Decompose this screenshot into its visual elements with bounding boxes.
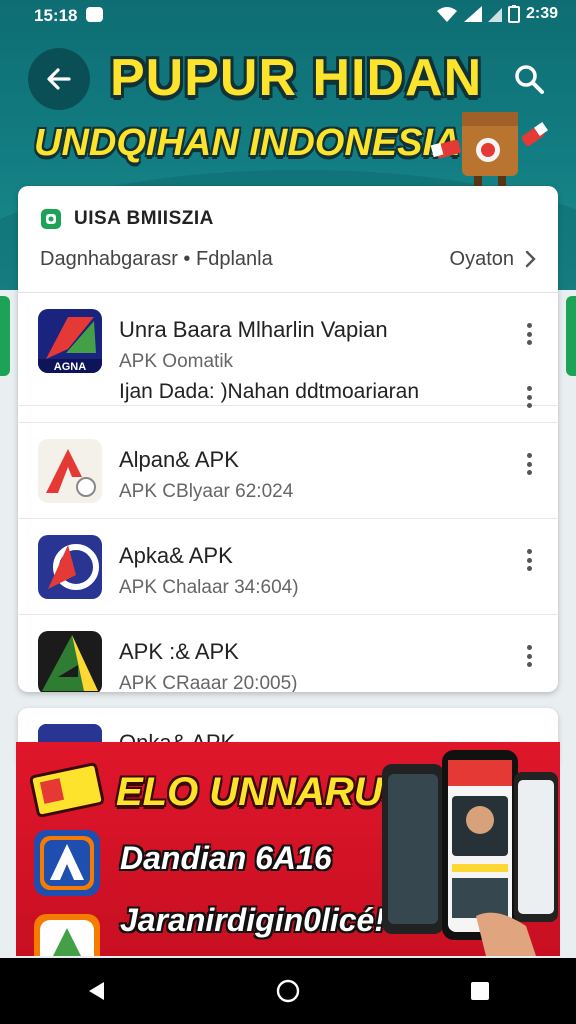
status-indicators: 2:39 bbox=[436, 5, 558, 23]
more-options-icon[interactable] bbox=[522, 386, 536, 408]
app-name: Apka& APK bbox=[119, 543, 233, 568]
status-time: 15:18 bbox=[34, 6, 78, 25]
list-item[interactable]: APK :& APK APK CRaaar 20:005) bbox=[18, 615, 558, 692]
more-options-icon[interactable] bbox=[522, 323, 536, 345]
app-name: APK :& APK bbox=[119, 639, 239, 664]
promo-line-1: Dandian 6A16 bbox=[120, 840, 332, 876]
app-list: AGNA Unra Baara Mlharlin Vapian APK Ooma… bbox=[18, 293, 558, 692]
header-title: PUPUR HIDAN bbox=[110, 49, 483, 107]
app-meta: APK Oomatik bbox=[119, 351, 234, 372]
square-recents-icon bbox=[471, 982, 489, 1000]
app-name: Alpan& APK bbox=[119, 447, 239, 472]
promo-banner[interactable]: ELO UNNARUS Dandian 6A16 Jaranirdigin0li… bbox=[16, 742, 560, 956]
signal-icon bbox=[487, 8, 502, 22]
nav-home-button[interactable] bbox=[268, 971, 308, 1011]
arrow-left-icon bbox=[47, 68, 71, 90]
more-options-icon[interactable] bbox=[522, 453, 536, 475]
card-header[interactable]: UISA BMIISZIA Dagnhabgarasr • Fdplanla O… bbox=[18, 186, 558, 293]
search-button[interactable] bbox=[506, 56, 552, 102]
search-icon bbox=[515, 65, 544, 94]
list-item[interactable]: Alpan& APK APK CBlyaar 62:024 bbox=[18, 423, 558, 519]
status-clock: 2:39 bbox=[525, 5, 558, 22]
list-item-extra[interactable]: Ijan Dada: )Nahan ddtmoariaran bbox=[18, 372, 558, 423]
app-name: Unra Baara Mlharlin Vapian bbox=[119, 317, 388, 342]
nav-back-button[interactable] bbox=[76, 971, 116, 1011]
more-options-icon[interactable] bbox=[522, 549, 536, 571]
left-edge-tab bbox=[0, 296, 10, 376]
wifi-icon bbox=[436, 7, 457, 22]
agna-app-icon: AGNA bbox=[38, 309, 102, 373]
blue-a-app-icon bbox=[34, 830, 100, 896]
promo-stamp-icon bbox=[29, 762, 105, 818]
signal-icon bbox=[463, 6, 482, 22]
triangle-back-icon bbox=[89, 982, 104, 1000]
notification-icon bbox=[86, 7, 103, 22]
box-mascot-illustration bbox=[430, 112, 548, 192]
promo-title: ELO UNNARUS bbox=[116, 770, 410, 814]
card-title-row: UISA BMIISZIA bbox=[40, 208, 214, 230]
app-meta: APK CBlyaar 62:024 bbox=[119, 481, 294, 502]
card-title: UISA BMIISZIA bbox=[74, 208, 214, 229]
back-button[interactable] bbox=[28, 48, 90, 110]
chevron-right-icon[interactable] bbox=[522, 248, 538, 270]
app-meta: APK CRaaar 20:005) bbox=[119, 673, 298, 692]
nav-recents-button[interactable] bbox=[460, 971, 500, 1011]
header-subtitle: UNDQIHAN INDONESIA bbox=[34, 122, 461, 164]
list-item[interactable]: Apka& APK APK Chalaar 34:604) bbox=[18, 519, 558, 615]
app-meta: APK Chalaar 34:604) bbox=[119, 577, 299, 598]
system-nav-bar bbox=[0, 958, 576, 1024]
green-a-app-icon bbox=[38, 631, 102, 692]
battery-icon bbox=[507, 5, 520, 23]
status-bar: 15:18 2:39 bbox=[0, 0, 576, 32]
red-a-app-icon bbox=[38, 439, 102, 503]
green-triangle-app-icon bbox=[34, 914, 100, 956]
card-action-link[interactable]: Oyaton bbox=[450, 248, 514, 271]
blue-d-app-icon bbox=[38, 535, 102, 599]
promo-line-2: Jaranirdigin0licé! bbox=[120, 902, 385, 938]
more-options-icon[interactable] bbox=[522, 645, 536, 667]
right-edge-tab bbox=[566, 296, 576, 376]
phones-illustration bbox=[382, 750, 558, 956]
circle-home-icon bbox=[276, 979, 300, 1003]
card-subtitle: Dagnhabgarasr • Fdplanla bbox=[40, 248, 273, 270]
app-list-card: UISA BMIISZIA Dagnhabgarasr • Fdplanla O… bbox=[18, 186, 558, 692]
camera-badge-icon bbox=[41, 209, 61, 229]
app-extra-text: Ijan Dada: )Nahan ddtmoariaran bbox=[119, 380, 420, 403]
